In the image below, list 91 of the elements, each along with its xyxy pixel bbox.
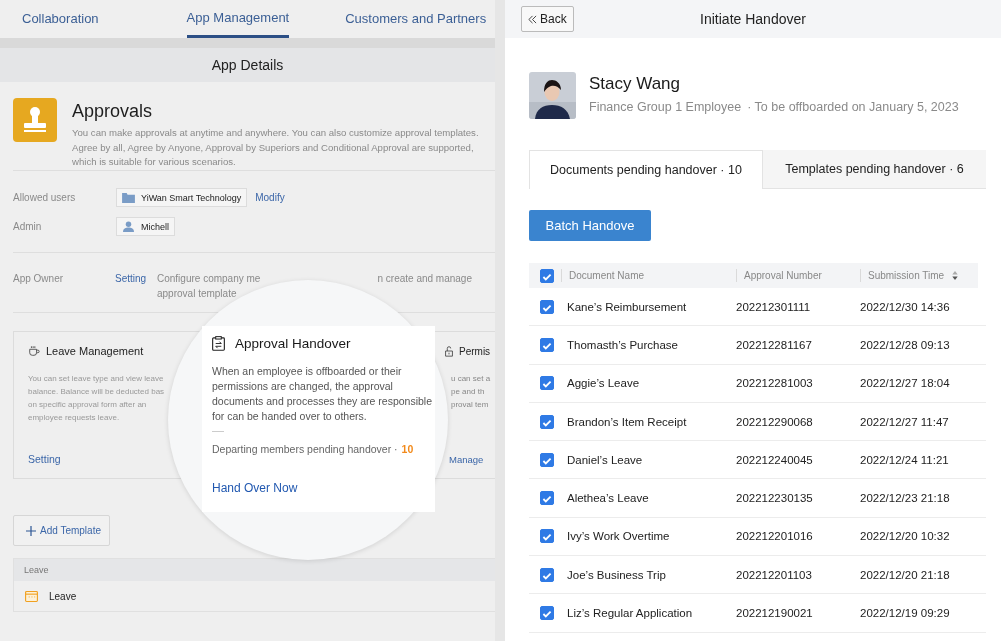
card-description: When an employee is offboarded or their permissions are changed, the approval documents and processes they are responsible for can be handed over to others. bbox=[212, 364, 434, 424]
checkbox[interactable] bbox=[540, 491, 554, 506]
pending-count: 10 bbox=[401, 443, 414, 455]
table-cell: 2022/12/20 21:18 bbox=[860, 568, 950, 581]
back-button[interactable]: Back bbox=[521, 6, 574, 32]
column-header: Submission Time bbox=[868, 270, 945, 281]
card-description: balance. Balance will be deducted bas bbox=[28, 386, 166, 398]
table-cell: 202212290068 bbox=[736, 415, 813, 428]
table-cell: Aggie’s Leave bbox=[567, 377, 640, 390]
batch-handover-button[interactable]: Batch Handove bbox=[529, 210, 651, 241]
checkbox[interactable] bbox=[540, 452, 554, 467]
owner-description: approval template bbox=[157, 287, 237, 301]
table-cell: Liz’s Regular Application bbox=[567, 607, 693, 619]
calendar-icon bbox=[25, 590, 38, 602]
checkbox[interactable] bbox=[540, 414, 554, 429]
table-cell: 2022/12/27 11:47 bbox=[860, 415, 949, 428]
table-cell: 2022/12/20 10:32 bbox=[860, 530, 950, 543]
nav-tab[interactable]: Customers and Partners bbox=[345, 0, 487, 38]
card-title: Leave Management bbox=[46, 345, 144, 357]
person-icon bbox=[122, 221, 135, 232]
checkbox[interactable] bbox=[540, 567, 554, 582]
owner-description: n create and manage bbox=[377, 272, 472, 286]
stamp-icon bbox=[13, 98, 57, 142]
plus-icon bbox=[26, 525, 36, 536]
person-name: Stacy Wang bbox=[589, 73, 682, 95]
hand-over-link[interactable]: Hand Over Now bbox=[212, 481, 298, 495]
page-title: Initiate Handover bbox=[700, 11, 806, 27]
lock-icon bbox=[443, 345, 455, 357]
table-cell: 202212281167 bbox=[736, 338, 812, 351]
member-chip: Michell bbox=[116, 217, 175, 236]
column-header: Document Name bbox=[569, 270, 645, 281]
card-description: u can set a bbox=[451, 373, 492, 385]
table-cell: 202212230135 bbox=[736, 492, 813, 505]
template-item[interactable]: Leave bbox=[14, 581, 495, 611]
member-chip: YiWan Smart Technology bbox=[116, 188, 248, 207]
card-description: proval tem bbox=[451, 399, 490, 411]
checkbox[interactable] bbox=[540, 268, 554, 283]
table-cell: 2022/12/24 11:21 bbox=[860, 453, 949, 466]
card-description: You can set leave type and view leave bbox=[28, 373, 165, 385]
sort-icon[interactable] bbox=[952, 271, 959, 280]
setting-link[interactable]: Setting bbox=[115, 271, 157, 302]
pending-label: Departing members pending handover · bbox=[212, 443, 398, 455]
table-cell: 202212281003 bbox=[736, 377, 813, 390]
field-label: Allowed users bbox=[13, 192, 77, 203]
cup-icon bbox=[28, 345, 40, 357]
checkbox[interactable] bbox=[540, 337, 554, 352]
table-cell: Ivy’s Work Overtime bbox=[567, 530, 670, 543]
group-title: Leave bbox=[24, 565, 49, 575]
table-cell: 2022/12/27 18:04 bbox=[860, 377, 950, 390]
modify-link[interactable]: Modify bbox=[255, 192, 285, 203]
table-cell: 2022/12/19 09:29 bbox=[860, 607, 950, 619]
table-cell: Daniel’s Leave bbox=[567, 453, 643, 466]
table-cell: Kane’s Reimbursement bbox=[567, 300, 687, 313]
app-name: Approvals bbox=[72, 100, 154, 122]
owner-description: Configure company me bbox=[157, 272, 261, 286]
field-label: Admin bbox=[13, 221, 43, 232]
table-cell: 202212201103 bbox=[736, 568, 812, 581]
table-cell: Alethea’s Leave bbox=[567, 492, 649, 505]
checkbox[interactable] bbox=[540, 376, 554, 391]
table-cell: 2022/12/30 14:36 bbox=[860, 300, 950, 313]
offboard-date: · To be offboarded on January 5, 2023 bbox=[747, 100, 959, 114]
page-title: App Details bbox=[211, 57, 284, 73]
table-cell: 202212301111 bbox=[736, 300, 811, 313]
checkbox[interactable] bbox=[540, 529, 554, 544]
add-template-button[interactable]: Add Template bbox=[13, 515, 110, 546]
table-cell: 202212240045 bbox=[736, 453, 813, 466]
table-cell: Brandon’s Item Receipt bbox=[567, 415, 687, 428]
card-description: on specific approval form after an bbox=[28, 399, 148, 411]
folder-icon bbox=[122, 192, 135, 203]
setting-link[interactable]: Setting bbox=[28, 453, 61, 465]
table-cell: 202212201016 bbox=[736, 530, 813, 543]
clipboard-icon bbox=[212, 336, 225, 351]
card-title: Approval Handover bbox=[235, 336, 351, 351]
tab[interactable]: Templates pending handover · 6 bbox=[763, 150, 986, 189]
column-header: Approval Number bbox=[744, 270, 822, 281]
app-description: You can make approvals at anytime and anywhere. You can also customize approval templates. Agree by all, Agree by Anyone, Approval by Superiors and Conditional Approval are supported, which is suitable for various scenarios. bbox=[72, 126, 480, 169]
checkbox[interactable] bbox=[540, 299, 554, 314]
table-cell: 2022/12/28 09:13 bbox=[860, 338, 950, 351]
double-chevron-left-icon bbox=[528, 14, 537, 24]
person-role: Finance Group 1 Employee bbox=[589, 100, 742, 114]
manage-link[interactable]: Manage bbox=[449, 454, 484, 465]
table-cell: Joe’s Business Trip bbox=[567, 568, 666, 581]
card-description: pe and th bbox=[451, 386, 486, 398]
checkbox[interactable] bbox=[540, 606, 554, 620]
card-title: Permis bbox=[459, 345, 491, 357]
nav-tab[interactable]: Collaboration bbox=[22, 0, 99, 38]
table-cell: Thomasth’s Purchase bbox=[567, 338, 678, 351]
tab[interactable]: Documents pending handover · 10 bbox=[529, 150, 763, 189]
table-cell: 202212190021 bbox=[736, 607, 813, 619]
table-cell: 2022/12/23 21:18 bbox=[860, 492, 950, 505]
field-label: App Owner bbox=[13, 272, 65, 286]
